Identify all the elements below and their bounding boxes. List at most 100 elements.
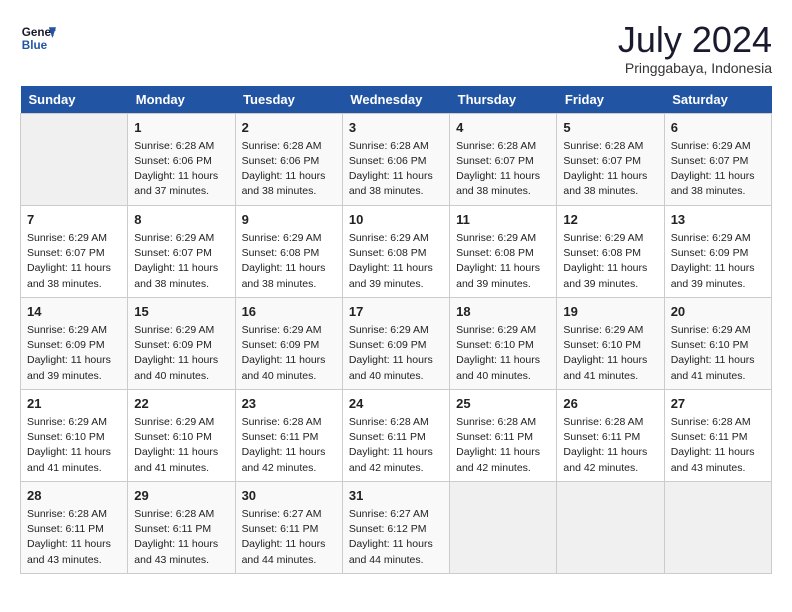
calendar-cell: 20Sunrise: 6:29 AM Sunset: 6:10 PM Dayli… <box>664 297 771 389</box>
day-number: 27 <box>671 395 765 413</box>
col-header-wednesday: Wednesday <box>342 86 449 114</box>
calendar-cell: 12Sunrise: 6:29 AM Sunset: 6:08 PM Dayli… <box>557 205 664 297</box>
day-info: Sunrise: 6:29 AM Sunset: 6:08 PM Dayligh… <box>563 231 657 292</box>
day-info: Sunrise: 6:28 AM Sunset: 6:06 PM Dayligh… <box>134 139 228 200</box>
day-number: 6 <box>671 119 765 137</box>
day-info: Sunrise: 6:29 AM Sunset: 6:09 PM Dayligh… <box>134 323 228 384</box>
day-number: 10 <box>349 211 443 229</box>
calendar-cell: 27 Sunrise: 6:28 AM Sunset: 6:11 PM Dayli… <box>664 389 771 481</box>
day-number: 29 <box>134 487 228 505</box>
calendar-cell: 2Sunrise: 6:28 AM Sunset: 6:06 PM Daylig… <box>235 113 342 205</box>
day-info: Sunrise: 6:29 AM Sunset: 6:09 PM Dayligh… <box>242 323 336 384</box>
calendar-cell: 3Sunrise: 6:28 AM Sunset: 6:06 PM Daylig… <box>342 113 449 205</box>
day-number: 20 <box>671 303 765 321</box>
calendar-cell: 10 Sunrise: 6:29 AM Sunset: 6:08 PM Dayli… <box>342 205 449 297</box>
calendar-cell: 26 Sunrise: 6:28 AM Sunset: 6:11 PM Dayli… <box>557 389 664 481</box>
calendar-week-row: 1 Sunrise: 6:28 AM Sunset: 6:06 PM Daylig… <box>21 113 772 205</box>
day-number: 24 <box>349 395 443 413</box>
day-number: 13 <box>671 211 765 229</box>
calendar-cell: 13 Sunrise: 6:29 AM Sunset: 6:09 PM Dayli… <box>664 205 771 297</box>
calendar-cell: 16 Sunrise: 6:29 AM Sunset: 6:09 PM Dayli… <box>235 297 342 389</box>
day-number: 7 <box>27 211 121 229</box>
day-info: Sunrise: 6:29 AM Sunset: 6:09 PM Dayligh… <box>27 323 121 384</box>
day-info: Sunrise: 6:28 AM Sunset: 6:11 PM Dayligh… <box>671 415 765 476</box>
day-info: Sunrise: 6:29 AM Sunset: 6:10 PM Dayligh… <box>134 415 228 476</box>
calendar-cell: 6 Sunrise: 6:29 AM Sunset: 6:07 PM Daylig… <box>664 113 771 205</box>
calendar-cell: 28 Sunrise: 6:28 AM Sunset: 6:11 PM Dayli… <box>21 481 128 573</box>
calendar-week-row: 21 Sunrise: 6:29 AM Sunset: 6:10 PM Dayli… <box>21 389 772 481</box>
day-number: 19 <box>563 303 657 321</box>
calendar-cell: 19 Sunrise: 6:29 AM Sunset: 6:10 PM Dayli… <box>557 297 664 389</box>
logo-icon: General Blue <box>20 20 56 56</box>
day-info: Sunrise: 6:29 AM Sunset: 6:10 PM Dayligh… <box>456 323 550 384</box>
day-number: 3 <box>349 119 443 137</box>
calendar-cell: 1 Sunrise: 6:28 AM Sunset: 6:06 PM Daylig… <box>128 113 235 205</box>
day-number: 14 <box>27 303 121 321</box>
day-info: Sunrise: 6:29 AM Sunset: 6:10 PM Dayligh… <box>563 323 657 384</box>
day-number: 31 <box>349 487 443 505</box>
day-number: 21 <box>27 395 121 413</box>
day-number: 16 <box>242 303 336 321</box>
col-header-monday: Monday <box>128 86 235 114</box>
day-info: Sunrise: 6:28 AM Sunset: 6:11 PM Dayligh… <box>27 507 121 568</box>
calendar-week-row: 28 Sunrise: 6:28 AM Sunset: 6:11 PM Dayli… <box>21 481 772 573</box>
day-number: 1 <box>134 119 228 137</box>
day-info: Sunrise: 6:28 AM Sunset: 6:11 PM Dayligh… <box>456 415 550 476</box>
title-block: July 2024 Pringgabaya, Indonesia <box>618 20 772 76</box>
col-header-thursday: Thursday <box>450 86 557 114</box>
day-info: Sunrise: 6:28 AM Sunset: 6:06 PM Dayligh… <box>242 139 336 200</box>
calendar-cell: 14 Sunrise: 6:29 AM Sunset: 6:09 PM Dayli… <box>21 297 128 389</box>
calendar-cell: 5 Sunrise: 6:28 AM Sunset: 6:07 PM Daylig… <box>557 113 664 205</box>
day-info: Sunrise: 6:29 AM Sunset: 6:08 PM Dayligh… <box>349 231 443 292</box>
col-header-saturday: Saturday <box>664 86 771 114</box>
calendar-cell: 8 Sunrise: 6:29 AM Sunset: 6:07 PM Daylig… <box>128 205 235 297</box>
day-number: 18 <box>456 303 550 321</box>
calendar-cell: 18 Sunrise: 6:29 AM Sunset: 6:10 PM Dayli… <box>450 297 557 389</box>
calendar-week-row: 7 Sunrise: 6:29 AM Sunset: 6:07 PM Daylig… <box>21 205 772 297</box>
calendar-cell: 15 Sunrise: 6:29 AM Sunset: 6:09 PM Dayli… <box>128 297 235 389</box>
calendar-cell: 23Sunrise: 6:28 AM Sunset: 6:11 PM Dayli… <box>235 389 342 481</box>
day-number: 4 <box>456 119 550 137</box>
calendar-cell <box>557 481 664 573</box>
month-title: July 2024 <box>618 20 772 60</box>
calendar-cell: 4 Sunrise: 6:28 AM Sunset: 6:07 PM Daylig… <box>450 113 557 205</box>
day-info: Sunrise: 6:28 AM Sunset: 6:07 PM Dayligh… <box>456 139 550 200</box>
location: Pringgabaya, Indonesia <box>618 60 772 76</box>
calendar-cell: 17Sunrise: 6:29 AM Sunset: 6:09 PM Dayli… <box>342 297 449 389</box>
day-info: Sunrise: 6:29 AM Sunset: 6:07 PM Dayligh… <box>134 231 228 292</box>
calendar-cell: 29Sunrise: 6:28 AM Sunset: 6:11 PM Dayli… <box>128 481 235 573</box>
day-number: 22 <box>134 395 228 413</box>
day-number: 5 <box>563 119 657 137</box>
col-header-tuesday: Tuesday <box>235 86 342 114</box>
day-info: Sunrise: 6:29 AM Sunset: 6:09 PM Dayligh… <box>671 231 765 292</box>
day-info: Sunrise: 6:27 AM Sunset: 6:12 PM Dayligh… <box>349 507 443 568</box>
day-number: 9 <box>242 211 336 229</box>
day-number: 28 <box>27 487 121 505</box>
day-info: Sunrise: 6:29 AM Sunset: 6:08 PM Dayligh… <box>456 231 550 292</box>
day-number: 17 <box>349 303 443 321</box>
calendar-cell <box>664 481 771 573</box>
col-header-sunday: Sunday <box>21 86 128 114</box>
day-number: 25 <box>456 395 550 413</box>
calendar-cell <box>450 481 557 573</box>
day-info: Sunrise: 6:29 AM Sunset: 6:08 PM Dayligh… <box>242 231 336 292</box>
calendar-cell: 24Sunrise: 6:28 AM Sunset: 6:11 PM Dayli… <box>342 389 449 481</box>
calendar-week-row: 14 Sunrise: 6:29 AM Sunset: 6:09 PM Dayli… <box>21 297 772 389</box>
day-number: 8 <box>134 211 228 229</box>
day-info: Sunrise: 6:27 AM Sunset: 6:11 PM Dayligh… <box>242 507 336 568</box>
calendar-header-row: SundayMondayTuesdayWednesdayThursdayFrid… <box>21 86 772 114</box>
calendar-cell: 11 Sunrise: 6:29 AM Sunset: 6:08 PM Dayli… <box>450 205 557 297</box>
day-info: Sunrise: 6:28 AM Sunset: 6:11 PM Dayligh… <box>242 415 336 476</box>
calendar-cell: 31 Sunrise: 6:27 AM Sunset: 6:12 PM Dayli… <box>342 481 449 573</box>
day-number: 11 <box>456 211 550 229</box>
day-info: Sunrise: 6:29 AM Sunset: 6:07 PM Dayligh… <box>671 139 765 200</box>
day-number: 26 <box>563 395 657 413</box>
day-number: 30 <box>242 487 336 505</box>
day-info: Sunrise: 6:28 AM Sunset: 6:11 PM Dayligh… <box>563 415 657 476</box>
day-number: 15 <box>134 303 228 321</box>
calendar-cell: 22 Sunrise: 6:29 AM Sunset: 6:10 PM Dayli… <box>128 389 235 481</box>
calendar-cell: 30 Sunrise: 6:27 AM Sunset: 6:11 PM Dayli… <box>235 481 342 573</box>
calendar-cell: 25 Sunrise: 6:28 AM Sunset: 6:11 PM Dayli… <box>450 389 557 481</box>
day-info: Sunrise: 6:28 AM Sunset: 6:07 PM Dayligh… <box>563 139 657 200</box>
col-header-friday: Friday <box>557 86 664 114</box>
